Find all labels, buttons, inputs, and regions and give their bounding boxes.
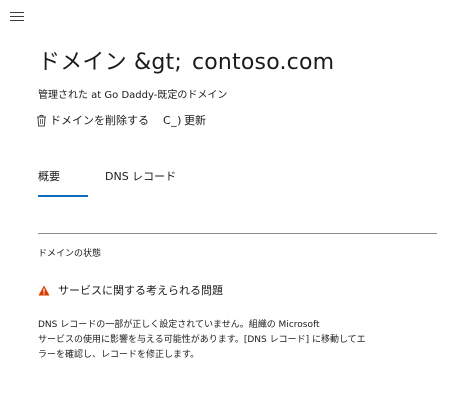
- refresh-label: 更新: [183, 114, 206, 127]
- warning-banner: サービスに関する考えられる問題: [38, 282, 223, 298]
- warning-triangle-icon: [38, 285, 50, 295]
- domain-status-label: ドメインの状態: [38, 249, 102, 259]
- delete-domain-label: ドメインを削除する: [50, 114, 149, 127]
- section-divider: [38, 233, 437, 234]
- page-title: ドメイン &gt; contoso.com: [38, 44, 334, 76]
- page-title-domain: contoso.com: [191, 50, 335, 75]
- hamburger-menu-icon[interactable]: [10, 12, 24, 23]
- delete-domain-button[interactable]: ドメインを削除する: [36, 112, 149, 128]
- refresh-icon: C_): [163, 113, 182, 127]
- status-message-line: DNS レコードの一部が正しく設定されていません。組織の Microsoft: [38, 320, 320, 330]
- domain-subtitle: 管理された at Go Daddy-既定のドメイン: [38, 90, 228, 101]
- refresh-button[interactable]: C_) 更新: [149, 112, 206, 128]
- page-title-prefix: ドメイン &gt;: [38, 50, 182, 75]
- action-bar: ドメインを削除する C_) 更新: [36, 112, 206, 128]
- tab-bar: 概要 DNS レコード: [38, 168, 176, 197]
- warning-title: サービスに関する考えられる問題: [58, 284, 223, 297]
- trash-icon: [37, 114, 46, 126]
- status-message-line: サービスの使用に影響を与える可能性があります。[DNS レコード] に移動してエ: [38, 335, 366, 345]
- tab-dns-records[interactable]: DNS レコード: [105, 168, 176, 197]
- status-message-line: ラーを確認し、レコードを修正します。: [38, 350, 200, 360]
- tab-overview[interactable]: 概要: [38, 168, 88, 197]
- status-message: DNS レコードの一部が正しく設定されていません。組織の Microsoft サ…: [38, 318, 438, 363]
